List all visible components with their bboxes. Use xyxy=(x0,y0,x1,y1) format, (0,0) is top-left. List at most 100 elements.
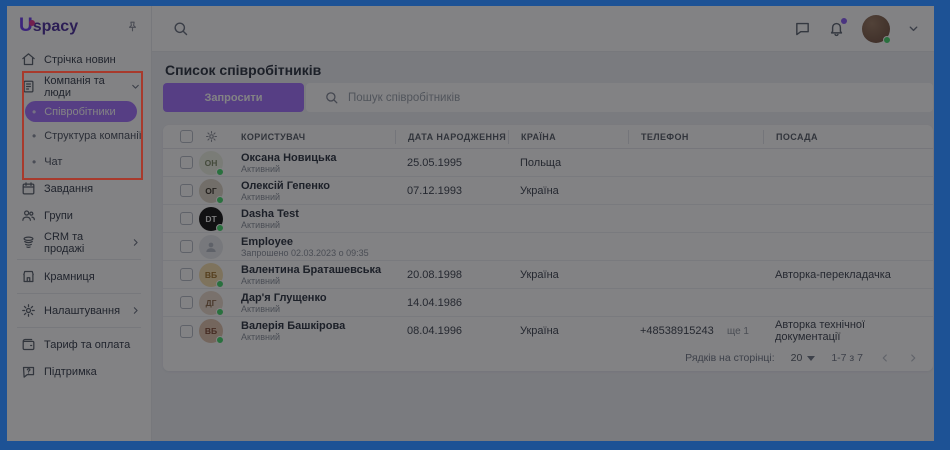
sidebar-item-company-people[interactable]: Компанія та люди xyxy=(7,73,151,100)
position-cell: Авторка технічної документації xyxy=(763,319,933,343)
user-menu-chevron-icon[interactable] xyxy=(907,22,920,35)
phone-cell: +48538915243 xyxy=(640,325,714,337)
uspacy-logo[interactable]: U spacy xyxy=(19,15,78,37)
row-checkbox[interactable] xyxy=(180,212,193,225)
table-row[interactable]: DT Dasha TestАктивний xyxy=(163,205,933,233)
logo-text: spacy xyxy=(33,18,78,36)
rows-per-page-select[interactable]: 20 xyxy=(791,352,816,364)
row-checkbox[interactable] xyxy=(180,268,193,281)
sidebar: U spacy Стрічка новин Компанія та люди xyxy=(7,6,152,441)
table-row[interactable]: ОГ Олексій ГепенкоАктивний 07.12.1993 Ук… xyxy=(163,177,933,205)
column-header-phone[interactable]: ТЕЛЕФОН xyxy=(628,130,763,144)
search-input[interactable] xyxy=(348,92,896,104)
employee-name[interactable]: Валерія Башкірова xyxy=(241,320,395,332)
sidebar-item-label: Налаштування xyxy=(44,305,120,317)
sidebar-item-tariff-payment[interactable]: Тариф та оплата xyxy=(7,331,151,358)
notifications-bell-icon[interactable] xyxy=(828,20,845,37)
birthdate-cell: 25.05.1995 xyxy=(395,157,508,169)
select-all-checkbox[interactable] xyxy=(180,130,193,143)
avatar: ОГ xyxy=(199,179,223,203)
page-title: Список співробітників xyxy=(165,62,321,78)
column-header-position[interactable]: ПОСАДА xyxy=(763,130,933,144)
pagination-range: 1-7 з 7 xyxy=(831,352,863,364)
online-status-dot xyxy=(216,308,224,316)
employee-name[interactable]: Dasha Test xyxy=(241,208,395,220)
employee-name[interactable]: Оксана Новицька xyxy=(241,152,395,164)
avatar: ВБ xyxy=(199,263,223,287)
more-phones-link[interactable]: ще 1 xyxy=(727,326,749,337)
screenshot-frame: U spacy Стрічка новин Компанія та люди xyxy=(0,0,950,450)
employees-table: КОРИСТУВАЧ ДАТА НАРОДЖЕННЯ КРАЇНА ТЕЛЕФО… xyxy=(163,125,933,371)
table-row[interactable]: ДГ Дар'я ГлущенкоАктивний 14.04.1986 xyxy=(163,289,933,317)
sidebar-item-crm-sales[interactable]: CRM та продажі xyxy=(7,229,151,256)
row-checkbox[interactable] xyxy=(180,325,193,338)
row-checkbox[interactable] xyxy=(180,156,193,169)
sidebar-item-settings[interactable]: Налаштування xyxy=(7,297,151,324)
employee-name[interactable]: Дар'я Глущенко xyxy=(241,292,395,304)
table-row[interactable]: ОН Оксана НовицькаАктивний 25.05.1995 По… xyxy=(163,149,933,177)
support-bubble-icon xyxy=(21,364,36,379)
bullet-icon: • xyxy=(32,156,36,168)
row-checkbox[interactable] xyxy=(180,184,193,197)
sidebar-subitem-label: Структура компанії xyxy=(44,130,142,142)
global-search-icon[interactable] xyxy=(172,20,189,37)
topbar xyxy=(152,6,934,52)
sidebar-subitem-employees[interactable]: • Співробітники xyxy=(25,101,137,122)
avatar: ОН xyxy=(199,151,223,175)
chevron-right-icon[interactable] xyxy=(130,237,141,248)
table-row[interactable]: ВБ Валерія БашкіроваАктивний 08.04.1996 … xyxy=(163,317,933,345)
home-icon xyxy=(21,52,36,67)
sidebar-item-label: Завдання xyxy=(44,183,93,195)
row-checkbox[interactable] xyxy=(180,240,193,253)
avatar: ВБ xyxy=(199,319,223,343)
online-status-dot xyxy=(216,280,224,288)
sidebar-subitem-chat[interactable]: • Чат xyxy=(7,149,151,175)
column-header-birthdate[interactable]: ДАТА НАРОДЖЕННЯ xyxy=(395,130,508,144)
user-avatar[interactable] xyxy=(862,15,890,43)
pin-sidebar-icon[interactable] xyxy=(126,20,139,33)
next-page-icon[interactable] xyxy=(907,352,919,364)
table-settings-gear-icon[interactable] xyxy=(205,130,218,143)
sidebar-item-news-feed[interactable]: Стрічка новин xyxy=(7,46,151,73)
invite-button[interactable]: Запросити xyxy=(163,83,304,112)
row-checkbox[interactable] xyxy=(180,296,193,309)
table-row[interactable]: EmployeeЗапрошено 02.03.2023 о 09:35 xyxy=(163,233,933,261)
birthdate-cell: 08.04.1996 xyxy=(395,325,508,337)
table-header-row: КОРИСТУВАЧ ДАТА НАРОДЖЕННЯ КРАЇНА ТЕЛЕФО… xyxy=(163,125,933,149)
online-status-dot xyxy=(883,36,891,44)
employee-name[interactable]: Валентина Браташевська xyxy=(241,264,395,276)
sidebar-item-label: Підтримка xyxy=(44,366,97,378)
toolbar: Запросити xyxy=(163,83,933,112)
employee-name[interactable]: Employee xyxy=(241,236,395,248)
birthdate-cell: 14.04.1986 xyxy=(395,297,508,309)
crm-funnel-icon xyxy=(21,235,36,250)
column-header-user[interactable]: КОРИСТУВАЧ xyxy=(229,132,395,142)
sidebar-item-label: Стрічка новин xyxy=(44,54,116,66)
column-header-country[interactable]: КРАЇНА xyxy=(508,130,628,144)
chevron-right-icon[interactable] xyxy=(130,305,141,316)
employee-search[interactable] xyxy=(306,83,933,112)
employee-name[interactable]: Олексій Гепенко xyxy=(241,180,395,192)
sidebar-item-support[interactable]: Підтримка xyxy=(7,358,151,385)
person-icon xyxy=(204,240,218,254)
rows-per-page-label: Рядків на сторінці: xyxy=(685,352,774,364)
sidebar-item-shop[interactable]: Крамниця xyxy=(7,263,151,290)
chevron-down-icon[interactable] xyxy=(130,81,141,92)
birthdate-cell: 07.12.1993 xyxy=(395,185,508,197)
sidebar-item-groups[interactable]: Групи xyxy=(7,202,151,229)
sidebar-item-tasks[interactable]: Завдання xyxy=(7,175,151,202)
gear-icon xyxy=(21,303,36,318)
messages-icon[interactable] xyxy=(794,20,811,37)
bullet-icon: • xyxy=(32,130,36,142)
wallet-icon xyxy=(21,337,36,352)
online-status-dot xyxy=(216,196,224,204)
sidebar-divider xyxy=(17,327,141,328)
employee-status: Активний xyxy=(241,192,395,202)
sidebar-divider xyxy=(17,259,141,260)
previous-page-icon[interactable] xyxy=(879,352,891,364)
position-cell: Авторка-перекладачка xyxy=(763,269,933,281)
table-row[interactable]: ВБ Валентина БраташевськаАктивний 20.08.… xyxy=(163,261,933,289)
sidebar-subitem-company-structure[interactable]: • Структура компанії xyxy=(7,123,151,149)
calendar-icon xyxy=(21,181,36,196)
caret-down-icon xyxy=(807,356,815,361)
